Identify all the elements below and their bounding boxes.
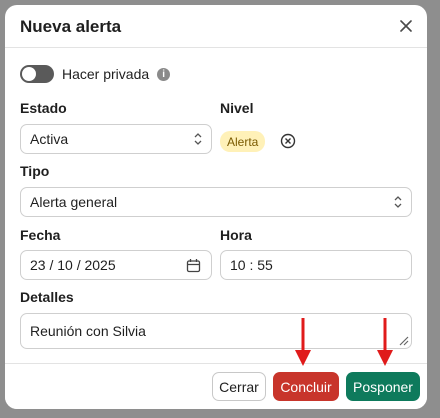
detalles-value: Reunión con Silvia [30,323,146,339]
detalles-label: Detalles [20,289,74,305]
hora-label: Hora [220,227,252,243]
fecha-label: Fecha [20,227,61,243]
fecha-input[interactable]: 23 / 10 / 2025 [20,250,212,280]
dialog-footer: Cerrar Concluir Posponer [5,363,427,409]
postpone-button[interactable]: Posponer [346,372,420,401]
cancel-button[interactable]: Cerrar [212,372,266,401]
hora-value: 10 : 55 [230,257,273,273]
conclude-button[interactable]: Concluir [273,372,339,401]
clear-circle-icon[interactable] [280,133,296,149]
close-icon [400,20,412,32]
dialog-title: Nueva alerta [20,17,122,36]
tipo-select[interactable]: Alerta general [20,187,412,217]
nivel-badge: Alerta [220,131,266,152]
select-arrows-icon [194,133,202,145]
detalles-textarea[interactable]: Reunión con Silvia [20,313,412,349]
annotation-arrow-postpone [377,318,393,366]
hora-input[interactable]: 10 : 55 [220,250,412,280]
resize-grip-icon[interactable] [397,334,409,346]
annotation-arrow-conclude [295,318,311,366]
private-toggle-label: Hacer privada [62,66,150,82]
private-toggle-row: Hacer privada i [20,65,171,83]
info-icon[interactable]: i [157,67,171,81]
close-button[interactable] [395,15,417,37]
tipo-value: Alerta general [30,194,118,210]
estado-value: Activa [30,131,69,147]
dialog-header: Nueva alerta [5,5,427,48]
estado-select[interactable]: Activa [20,124,212,154]
estado-label: Estado [20,100,67,116]
tipo-label: Tipo [20,163,50,179]
toggle-knob [22,67,36,81]
new-alert-dialog: Nueva alerta Hacer privada i Estado Acti… [5,5,427,409]
calendar-icon[interactable] [186,258,201,273]
select-arrows-icon [394,196,402,208]
private-toggle[interactable] [20,65,54,83]
nivel-label: Nivel [220,100,254,116]
fecha-value: 23 / 10 / 2025 [30,257,116,273]
